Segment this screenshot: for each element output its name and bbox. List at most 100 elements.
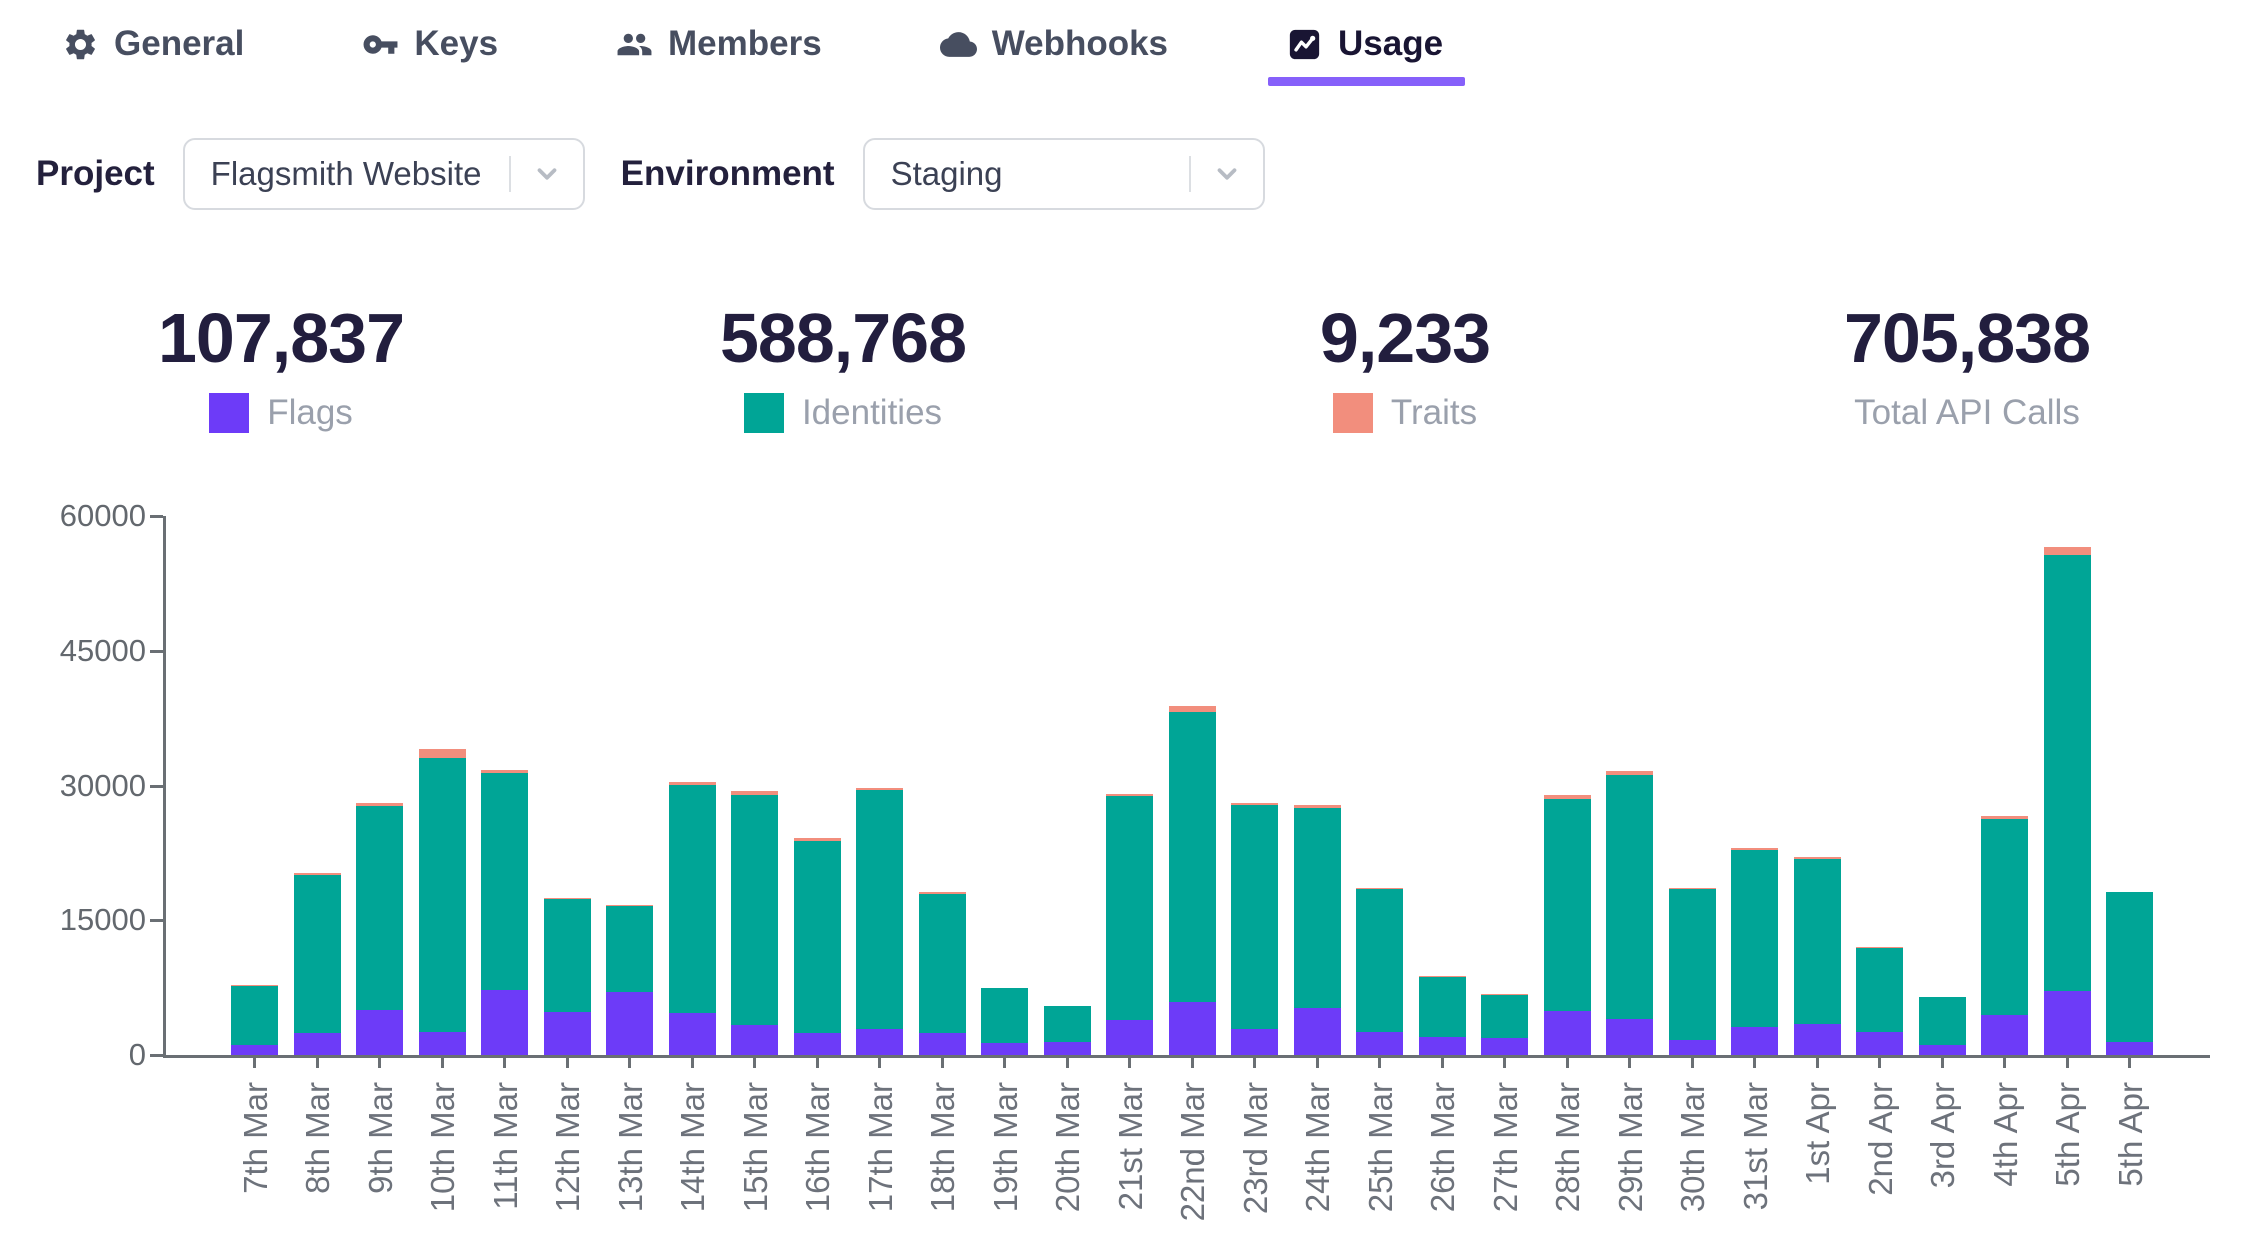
x-axis-tick [316, 1055, 319, 1068]
bar-24th-mar[interactable] [1294, 805, 1341, 1055]
x-axis-label: 15th Mar [739, 1082, 773, 1212]
tab-keys[interactable]: Keys [362, 24, 498, 80]
bar-7th-mar[interactable] [231, 985, 278, 1055]
traits-legend: Traits [1333, 393, 1477, 433]
bar-29th-mar[interactable] [1606, 771, 1653, 1055]
bar-segment-identities [2106, 892, 2153, 1041]
bar-segment-flags [1794, 1024, 1841, 1055]
x-axis-tick [941, 1055, 944, 1068]
flags-legend-label: Flags [267, 393, 353, 433]
project-select[interactable]: Flagsmith Website [183, 138, 585, 210]
bar-9th-mar[interactable] [356, 803, 403, 1055]
x-axis-tick [1566, 1055, 1569, 1068]
bar-segment-flags [2106, 1042, 2153, 1055]
bar-segment-flags [919, 1033, 966, 1055]
bar-segment-identities [669, 785, 716, 1013]
bar-30th-mar[interactable] [1669, 888, 1716, 1055]
project-label: Project [36, 154, 155, 194]
tab-members[interactable]: Members [616, 24, 822, 80]
bar-segment-identities [1106, 796, 1153, 1020]
bar-25th-mar[interactable] [1356, 888, 1403, 1055]
bar-14th-mar[interactable] [669, 782, 716, 1055]
total-api-calls-label: Total API Calls [1854, 393, 2080, 433]
bar-22nd-mar[interactable] [1169, 706, 1216, 1055]
x-axis-label: 31st Mar [1739, 1082, 1773, 1210]
x-axis-line [163, 1055, 2210, 1058]
tab-general[interactable]: General [62, 24, 244, 80]
bar-segment-identities [544, 899, 591, 1012]
bar-segment-flags [481, 990, 528, 1055]
x-axis-label: 28th Mar [1551, 1082, 1585, 1212]
x-axis-label: 8th Mar [301, 1082, 335, 1194]
bar-16th-mar[interactable] [794, 838, 841, 1055]
bar-8th-mar[interactable] [294, 873, 341, 1055]
x-axis-tick [1816, 1055, 1819, 1068]
total-api-calls-count: 705,838 [1844, 300, 2090, 377]
identities-count: 588,768 [720, 300, 966, 377]
x-axis-tick [691, 1055, 694, 1068]
environment-select[interactable]: Staging [863, 138, 1265, 210]
x-axis-label: 18th Mar [926, 1082, 960, 1212]
bar-2nd-apr[interactable] [1856, 947, 1903, 1055]
bar-20th-mar[interactable] [1044, 1006, 1091, 1055]
bar-23rd-mar[interactable] [1231, 803, 1278, 1055]
bar-segment-identities [2044, 555, 2091, 992]
x-axis-label: 5th Apr [2051, 1082, 2085, 1187]
bar-5th-apr[interactable] [2106, 892, 2153, 1055]
bar-12th-mar[interactable] [544, 898, 591, 1055]
chevron-down-icon [511, 159, 583, 189]
bar-segment-identities [1044, 1006, 1091, 1042]
stats-row: 107,837 Flags 588,768 Identities 9,233 T… [0, 300, 2248, 433]
x-axis-tick [253, 1055, 256, 1068]
bar-segment-identities [1419, 977, 1466, 1037]
x-axis-label: 25th Mar [1364, 1082, 1398, 1212]
x-axis-tick [1316, 1055, 1319, 1068]
y-axis-label: 0 [18, 1037, 146, 1073]
x-axis-label: 29th Mar [1614, 1082, 1648, 1212]
x-axis-label: 7th Mar [239, 1082, 273, 1194]
bar-19th-mar[interactable] [981, 988, 1028, 1055]
stat-identities: 588,768 Identities [562, 300, 1124, 433]
bar-18th-mar[interactable] [919, 892, 966, 1055]
bar-5th-apr[interactable] [2044, 547, 2091, 1055]
bar-17th-mar[interactable] [856, 788, 903, 1055]
gear-icon [62, 26, 99, 63]
tab-general-label: General [114, 24, 244, 64]
bar-segment-identities [1169, 712, 1216, 1002]
tab-usage[interactable]: Usage [1286, 24, 1443, 80]
x-axis-tick [753, 1055, 756, 1068]
flags-legend: Flags [209, 393, 353, 433]
bar-segment-flags [1044, 1042, 1091, 1055]
bar-segment-flags [1606, 1019, 1653, 1055]
x-axis-tick [878, 1055, 881, 1068]
bar-segment-identities [294, 875, 341, 1033]
tab-webhooks[interactable]: Webhooks [940, 24, 1168, 80]
bar-3rd-apr[interactable] [1919, 997, 1966, 1055]
y-axis-tick [150, 515, 163, 518]
bar-4th-apr[interactable] [1981, 816, 2028, 1055]
x-axis-tick [816, 1055, 819, 1068]
bar-10th-mar[interactable] [419, 749, 466, 1055]
identities-swatch [744, 393, 784, 433]
x-axis-label: 3rd Apr [1926, 1082, 1960, 1188]
bar-21st-mar[interactable] [1106, 794, 1153, 1055]
project-select-value: Flagsmith Website [185, 155, 509, 193]
bar-11th-mar[interactable] [481, 770, 528, 1055]
bar-segment-flags [669, 1013, 716, 1055]
bar-26th-mar[interactable] [1419, 976, 1466, 1055]
identities-legend: Identities [744, 393, 942, 433]
bar-segment-identities [919, 894, 966, 1034]
bar-15th-mar[interactable] [731, 791, 778, 1055]
tab-bar: General Keys Members Webhooks Usage [62, 24, 1443, 80]
bar-1st-apr[interactable] [1794, 857, 1841, 1055]
x-axis-label: 20th Mar [1051, 1082, 1085, 1212]
tab-webhooks-label: Webhooks [992, 24, 1168, 64]
bar-27th-mar[interactable] [1481, 994, 1528, 1055]
bar-segment-flags [1669, 1040, 1716, 1055]
bar-28th-mar[interactable] [1544, 795, 1591, 1055]
y-axis-tick [150, 1054, 163, 1057]
identities-legend-label: Identities [802, 393, 942, 433]
bar-31st-mar[interactable] [1731, 848, 1778, 1055]
x-axis-label: 17th Mar [864, 1082, 898, 1212]
bar-13th-mar[interactable] [606, 905, 653, 1055]
